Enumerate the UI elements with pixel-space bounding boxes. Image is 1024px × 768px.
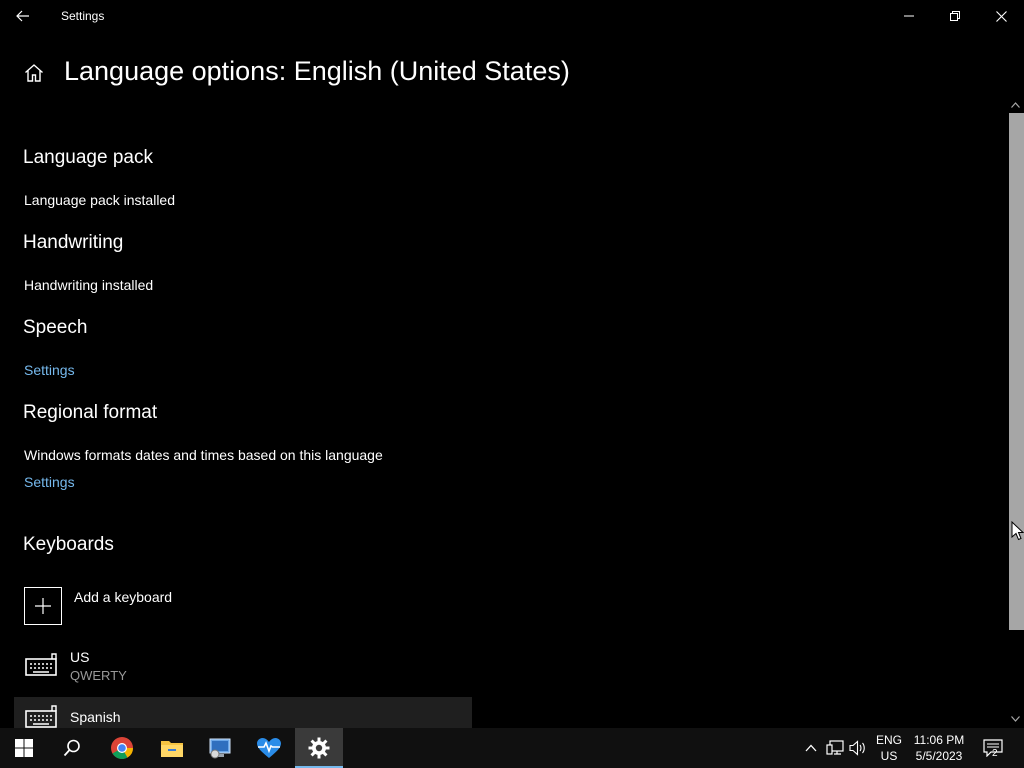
volume-button[interactable]: [847, 728, 869, 768]
start-icon: [15, 739, 33, 757]
taskbar: ENG US 11:06 PM 5/5/2023 2: [0, 728, 1024, 768]
scroll-down-button[interactable]: [1007, 711, 1024, 727]
clock[interactable]: 11:06 PM 5/5/2023: [908, 732, 970, 764]
speech-heading: Speech: [23, 317, 88, 338]
speech-settings-link[interactable]: Settings: [24, 362, 75, 378]
keyboard-icon: [25, 653, 57, 676]
chevron-up-icon: [1011, 102, 1020, 108]
regional-format-description: Windows formats dates and times based on…: [24, 447, 383, 463]
add-keyboard-label[interactable]: Add a keyboard: [74, 589, 172, 605]
mouse-cursor-icon: [1011, 521, 1024, 541]
settings-icon: [308, 737, 330, 759]
notification-count-badge: 2: [992, 748, 998, 759]
add-keyboard-button[interactable]: [24, 587, 62, 625]
handwriting-status: Handwriting installed: [24, 277, 154, 293]
language-pack-heading: Language pack: [23, 147, 153, 168]
health-monitor-icon: [257, 738, 281, 758]
search-icon: [63, 739, 80, 757]
keyboard-item-spanish[interactable]: Spanish: [14, 697, 472, 728]
settings-taskbar-button[interactable]: [295, 728, 343, 768]
handwriting-heading: Handwriting: [23, 232, 124, 253]
content-area: Language pack Language pack installed Ha…: [0, 0, 1004, 728]
language-code: ENG: [875, 733, 902, 747]
clock-date: 5/5/2023: [915, 749, 963, 763]
control-panel-icon: [209, 738, 231, 759]
chrome-icon: [111, 737, 133, 759]
plus-icon: [35, 598, 51, 614]
regional-format-heading: Regional format: [23, 402, 158, 423]
chevron-down-icon: [1011, 716, 1020, 722]
keyboard-name: US: [70, 649, 90, 665]
input-language-indicator[interactable]: ENG US: [870, 732, 908, 764]
file-explorer-icon: [161, 741, 183, 757]
show-hidden-icons-button[interactable]: [802, 728, 820, 768]
network-icon: [826, 740, 844, 755]
language-pack-status: Language pack installed: [24, 192, 176, 208]
chevron-up-icon: [805, 744, 817, 752]
network-button[interactable]: [824, 728, 846, 768]
settings-window: Settings Language options: English (Unit…: [0, 0, 1024, 728]
keyboard-layout: QWERTY: [70, 668, 127, 683]
health-monitor-taskbar-button[interactable]: [245, 728, 293, 768]
clock-time: 11:06 PM: [913, 733, 965, 747]
start-button[interactable]: [0, 728, 48, 768]
keyboards-heading: Keyboards: [23, 534, 114, 555]
keyboard-name: Spanish: [70, 709, 121, 725]
keyboard-icon: [25, 705, 57, 728]
regional-format-settings-link[interactable]: Settings: [24, 474, 75, 490]
keyboard-item-us[interactable]: US QWERTY: [14, 645, 472, 691]
scrollbar[interactable]: [1007, 97, 1024, 728]
speaker-icon: [849, 740, 865, 756]
search-button[interactable]: [48, 728, 96, 768]
chrome-taskbar-button[interactable]: [98, 728, 146, 768]
scroll-thumb[interactable]: [1009, 113, 1024, 630]
control-panel-taskbar-button[interactable]: [196, 728, 244, 768]
scroll-up-button[interactable]: [1007, 97, 1024, 113]
region-code: US: [880, 749, 898, 763]
file-explorer-taskbar-button[interactable]: [148, 728, 196, 768]
